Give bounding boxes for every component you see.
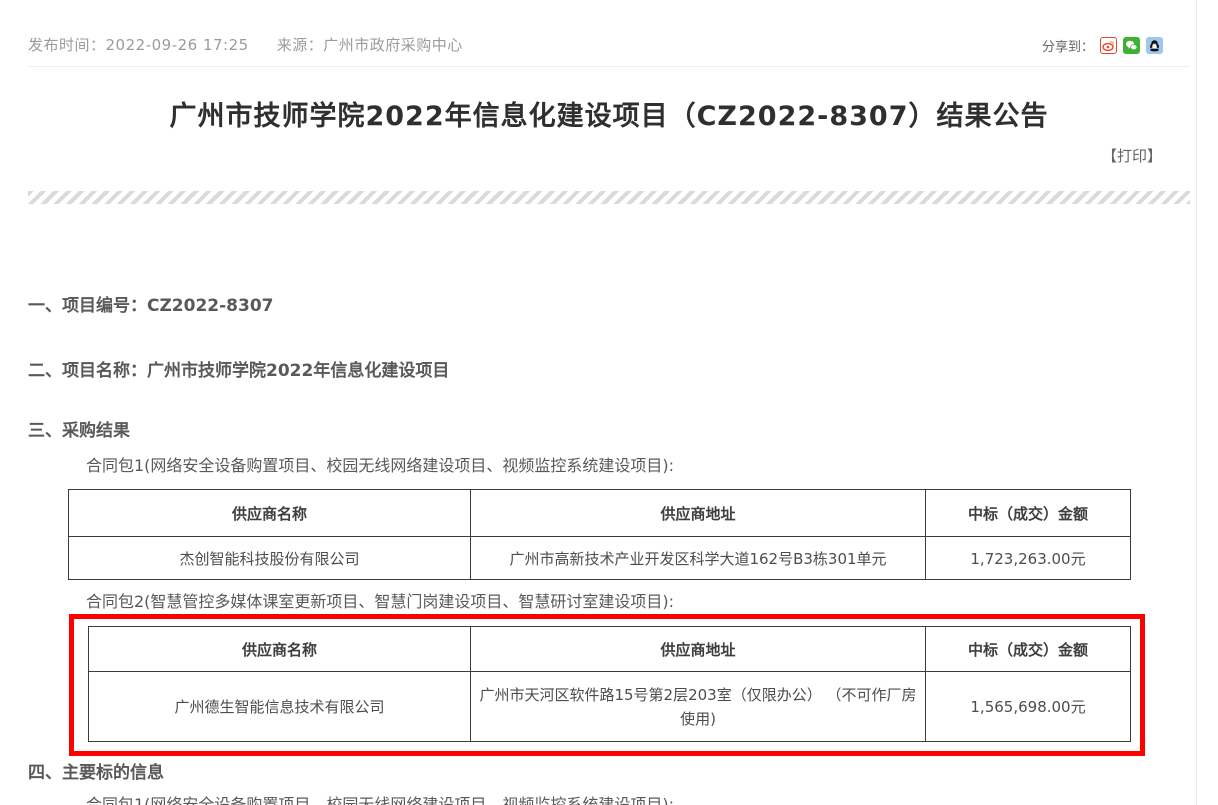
clipped-bottom-line: 合同包1(网络安全设备购置项目、校园无线网络建设项目、视频监控系统建设项目):: [86, 791, 674, 805]
supplier-address-cell: 广州市天河区软件路15号第2层203室（仅限办公） （不可作厂房使用): [471, 672, 926, 742]
share-label: 分享到：: [1042, 36, 1094, 55]
award-amount-cell: 1,723,263.00元: [926, 537, 1131, 580]
section-main-subject-info: 四、主要标的信息: [28, 758, 164, 783]
header-supplier-address: 供应商地址: [471, 627, 926, 672]
qq-share-icon[interactable]: [1146, 37, 1163, 54]
header-award-amount: 中标（成交）金额: [926, 627, 1131, 672]
announcement-page: 发布时间：2022-09-26 17:25 来源：广州市政府采购中心 分享到：: [0, 0, 1218, 805]
source-value: 广州市政府采购中心: [323, 36, 463, 54]
meta-row: 发布时间：2022-09-26 17:25 来源：广州市政府采购中心: [28, 34, 463, 55]
header-supplier-name: 供应商名称: [89, 627, 471, 672]
supplier-name-cell: 广州德生智能信息技术有限公司: [89, 672, 471, 742]
table-row: 广州德生智能信息技术有限公司 广州市天河区软件路15号第2层203室（仅限办公）…: [89, 672, 1131, 742]
wechat-share-icon[interactable]: [1123, 37, 1140, 54]
publish-time-label: 发布时间：: [28, 36, 106, 54]
source-label: 来源：: [277, 36, 324, 54]
header-supplier-name: 供应商名称: [69, 490, 471, 537]
table-header-row: 供应商名称 供应商地址 中标（成交）金额: [69, 490, 1131, 537]
publish-time-value: 2022-09-26 17:25: [106, 36, 249, 54]
package1-result-table: 供应商名称 供应商地址 中标（成交）金额 杰创智能科技股份有限公司 广州市高新技…: [68, 489, 1131, 580]
header-supplier-address: 供应商地址: [471, 490, 926, 537]
table-row: 杰创智能科技股份有限公司 广州市高新技术产业开发区科学大道162号B3栋301单…: [69, 537, 1131, 580]
section-project-number: 一、项目编号：CZ2022-8307: [28, 291, 274, 316]
page-title: 广州市技师学院2022年信息化建设项目（CZ2022-8307）结果公告: [0, 94, 1218, 133]
package2-result-table: 供应商名称 供应商地址 中标（成交）金额 广州德生智能信息技术有限公司 广州市天…: [88, 626, 1131, 742]
section-procurement-result: 三、采购结果: [28, 416, 130, 441]
package2-label: 合同包2(智慧管控多媒体课室更新项目、智慧门岗建设项目、智慧研讨室建设项目):: [86, 588, 674, 612]
weibo-share-icon[interactable]: [1100, 37, 1117, 54]
content-right-border: [1196, 0, 1197, 805]
meta-separator: [28, 66, 1190, 67]
supplier-name-cell: 杰创智能科技股份有限公司: [69, 537, 471, 580]
print-button[interactable]: 【打印】: [1102, 145, 1162, 166]
header-award-amount: 中标（成交）金额: [926, 490, 1131, 537]
section-project-name: 二、项目名称：广州市技师学院2022年信息化建设项目: [28, 356, 449, 381]
package1-label: 合同包1(网络安全设备购置项目、校园无线网络建设项目、视频监控系统建设项目):: [86, 452, 674, 476]
table-header-row: 供应商名称 供应商地址 中标（成交）金额: [89, 627, 1131, 672]
supplier-address-cell: 广州市高新技术产业开发区科学大道162号B3栋301单元: [471, 537, 926, 580]
hatched-divider: [28, 191, 1190, 204]
award-amount-cell: 1,565,698.00元: [926, 672, 1131, 742]
share-bar: 分享到：: [1042, 36, 1163, 55]
